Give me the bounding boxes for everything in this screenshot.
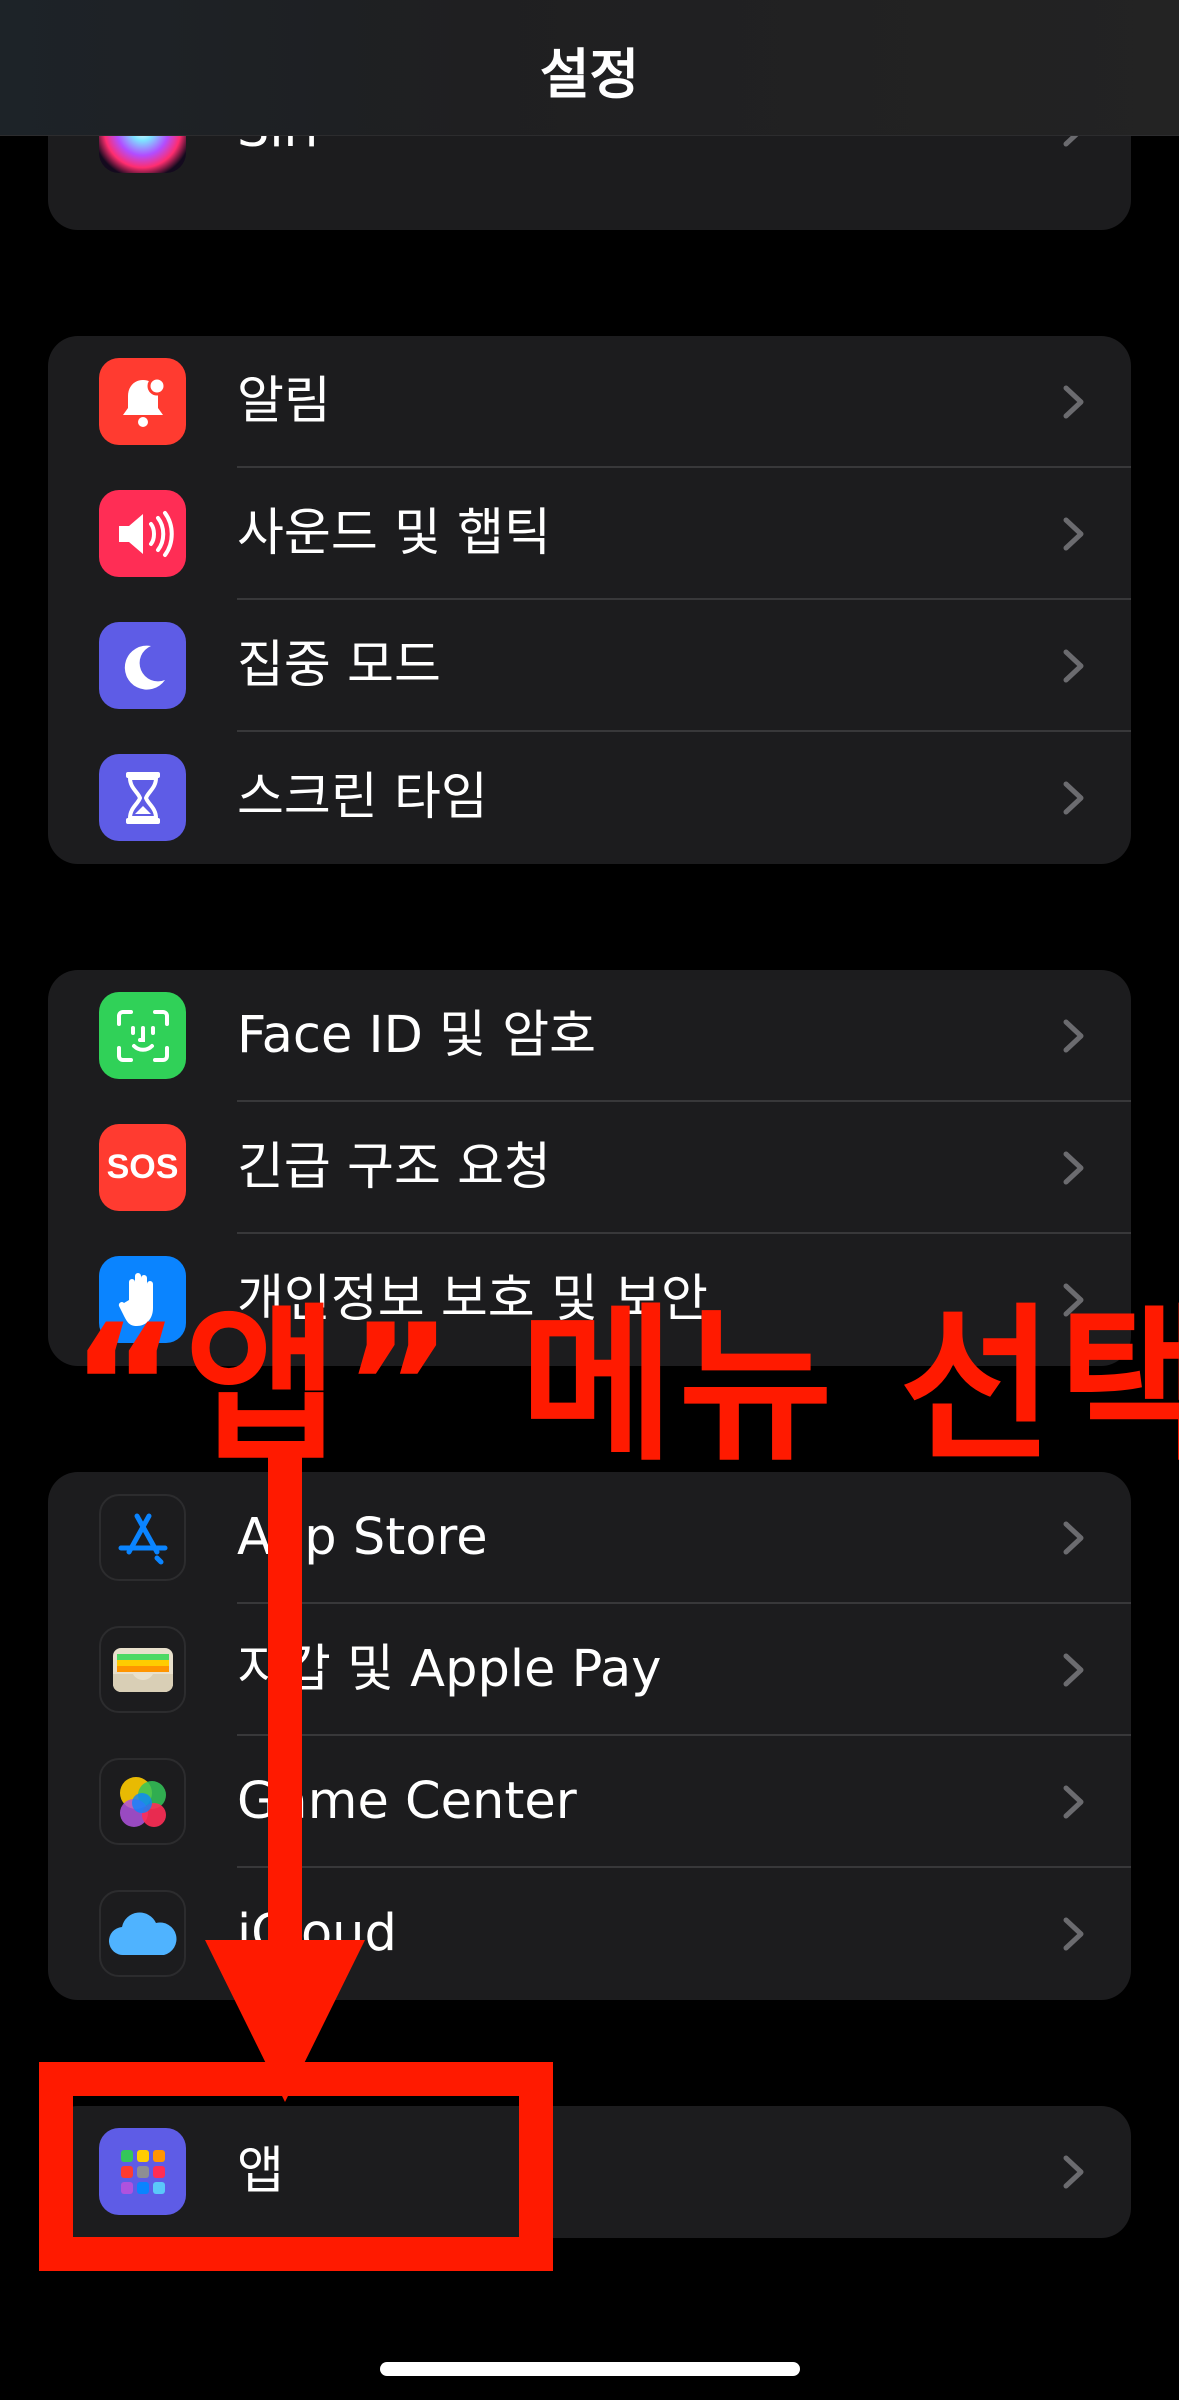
moon-icon: [99, 622, 186, 709]
sos-icon-text: SOS: [106, 1148, 179, 1186]
settings-row-label: Game Center: [237, 1772, 577, 1831]
settings-row-label: 앱: [237, 2142, 284, 2201]
face-id-icon: [99, 992, 186, 1079]
chevron-right-icon: [1063, 517, 1084, 551]
wallet-icon: [99, 1626, 186, 1713]
settings-row-focus[interactable]: 집중 모드: [48, 600, 1131, 732]
settings-row-label: 사운드 및 햅틱: [237, 504, 551, 563]
settings-row-icloud[interactable]: iCloud: [48, 1868, 1131, 2000]
settings-row-wallet[interactable]: 지갑 및 Apple Pay: [48, 1604, 1131, 1736]
settings-row-label: iCloud: [237, 1904, 397, 1963]
chevron-right-icon: [1063, 1151, 1084, 1185]
settings-row-label: Face ID 및 암호: [237, 1006, 597, 1065]
chevron-right-icon: [1063, 1653, 1084, 1687]
annotation-text: “앱” 메뉴 선택: [70, 1288, 1179, 1484]
app-store-icon: [99, 1494, 186, 1581]
settings-row-label: 알림: [237, 372, 331, 431]
apps-grid-icon: [99, 2128, 186, 2215]
chevron-right-icon: [1063, 1521, 1084, 1555]
icloud-icon: [99, 1890, 186, 1977]
settings-row-notifications[interactable]: 알림: [48, 336, 1131, 468]
settings-row-sounds[interactable]: 사운드 및 햅틱: [48, 468, 1131, 600]
settings-row-screen-time[interactable]: 스크린 타임: [48, 732, 1131, 864]
navigation-bar: 설정: [0, 0, 1179, 136]
settings-group-apps: 앱: [48, 2106, 1131, 2238]
page-title: 설정: [539, 43, 640, 106]
settings-row-game-center[interactable]: Game Center: [48, 1736, 1131, 1868]
sos-icon: SOS: [99, 1124, 186, 1211]
home-indicator[interactable]: [380, 2362, 800, 2376]
speaker-icon: [99, 490, 186, 577]
bell-icon: [99, 358, 186, 445]
settings-row-apps[interactable]: 앱: [48, 2106, 1131, 2238]
settings-row-label: 스크린 타임: [237, 768, 488, 827]
settings-group-services: App Store 지갑 및 Apple Pay Game Center iCl…: [48, 1472, 1131, 2000]
settings-row-label: 집중 모드: [237, 636, 441, 695]
chevron-right-icon: [1063, 1917, 1084, 1951]
chevron-right-icon: [1063, 1785, 1084, 1819]
chevron-right-icon: [1063, 781, 1084, 815]
settings-row-emergency-sos[interactable]: SOS 긴급 구조 요청: [48, 1102, 1131, 1234]
game-center-icon: [99, 1758, 186, 1845]
hourglass-icon: [99, 754, 186, 841]
chevron-right-icon: [1063, 2155, 1084, 2189]
settings-row-label: 긴급 구조 요청: [237, 1138, 551, 1197]
chevron-right-icon: [1063, 1019, 1084, 1053]
settings-row-label: 지갑 및 Apple Pay: [237, 1640, 662, 1699]
settings-group-notifications: 알림 사운드 및 햅틱 집중 모드 스크린 타임: [48, 336, 1131, 864]
chevron-right-icon: [1063, 385, 1084, 419]
settings-row-face-id[interactable]: Face ID 및 암호: [48, 970, 1131, 1102]
chevron-right-icon: [1063, 649, 1084, 683]
